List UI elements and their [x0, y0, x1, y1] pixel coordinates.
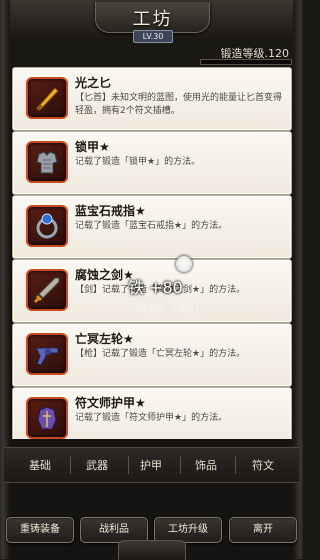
list-item[interactable]: 亡冥左轮★ 【枪】记载了锻造「亡冥左轮★」的方法。	[12, 323, 292, 387]
revolver-icon	[26, 333, 68, 375]
forge-progress-bar	[200, 59, 292, 65]
tab-accessory[interactable]: 饰品	[180, 457, 232, 473]
list-item[interactable]: 符文师护甲★ 记载了锻造「符文师护甲★」的方法。	[12, 387, 292, 439]
sword-icon	[26, 269, 68, 311]
item-name: 蓝宝石戒指★	[75, 204, 146, 218]
touch-indicator	[176, 256, 192, 272]
item-desc: 记载了锻造「符文师护甲★」的方法。	[75, 413, 228, 423]
tab-weapon[interactable]: 武器	[71, 457, 123, 473]
item-name: 腐蚀之剑★	[75, 268, 134, 282]
list-item[interactable]: 蓝宝石戒指★ 记载了锻造「蓝宝石戒指★」的方法。	[12, 195, 292, 259]
leave-button[interactable]: 离开	[229, 517, 297, 543]
reforge-button[interactable]: 重铸装备	[6, 517, 74, 543]
item-desc: 记载了锻造「蓝宝石戒指★」的方法。	[75, 221, 228, 231]
level-badge: LV.30	[133, 30, 173, 43]
runemaster-armor-icon	[26, 397, 68, 439]
tab-armor[interactable]: 护甲	[125, 457, 177, 473]
tab-divider	[235, 456, 236, 474]
dagger-icon	[26, 77, 68, 119]
item-desc: 【匕首】未知文明的蓝图，使用光的能量让匕首变得轻盈，拥有2个符文插槽。	[75, 93, 283, 116]
chainmail-icon	[26, 141, 68, 183]
item-name: 亡冥左轮★	[75, 332, 134, 346]
page-title: 工坊	[132, 9, 173, 30]
item-desc: 记载了锻造「锁甲★」的方法。	[75, 157, 201, 167]
title-plate: 工坊	[95, 2, 210, 33]
item-name: 锁甲★	[75, 140, 110, 154]
resource-gain-ghost-text: 木材 +60	[133, 300, 200, 318]
blueprint-list[interactable]: 光之匕 【匕首】未知文明的蓝图，使用光的能量让匕首变得轻盈，拥有2个符文插槽。 …	[10, 67, 292, 439]
tab-rune[interactable]: 符文	[237, 457, 289, 473]
bottom-ornament	[118, 540, 186, 560]
resource-gain-text: 铁 +80	[128, 278, 183, 297]
item-name: 符文师护甲★	[75, 396, 146, 410]
item-desc: 【枪】记载了锻造「亡冥左轮★」的方法。	[75, 349, 246, 359]
list-item[interactable]: 光之匕 【匕首】未知文明的蓝图，使用光的能量让匕首变得轻盈，拥有2个符文插槽。	[12, 67, 292, 131]
sapphire-ring-icon	[26, 205, 68, 247]
category-tabs: 基础 武器 护甲 饰品 符文	[4, 447, 299, 483]
list-item[interactable]: 锁甲★ 记载了锻造「锁甲★」的方法。	[12, 131, 292, 195]
tab-basic[interactable]: 基础	[14, 457, 66, 473]
item-name: 光之匕	[75, 76, 112, 90]
